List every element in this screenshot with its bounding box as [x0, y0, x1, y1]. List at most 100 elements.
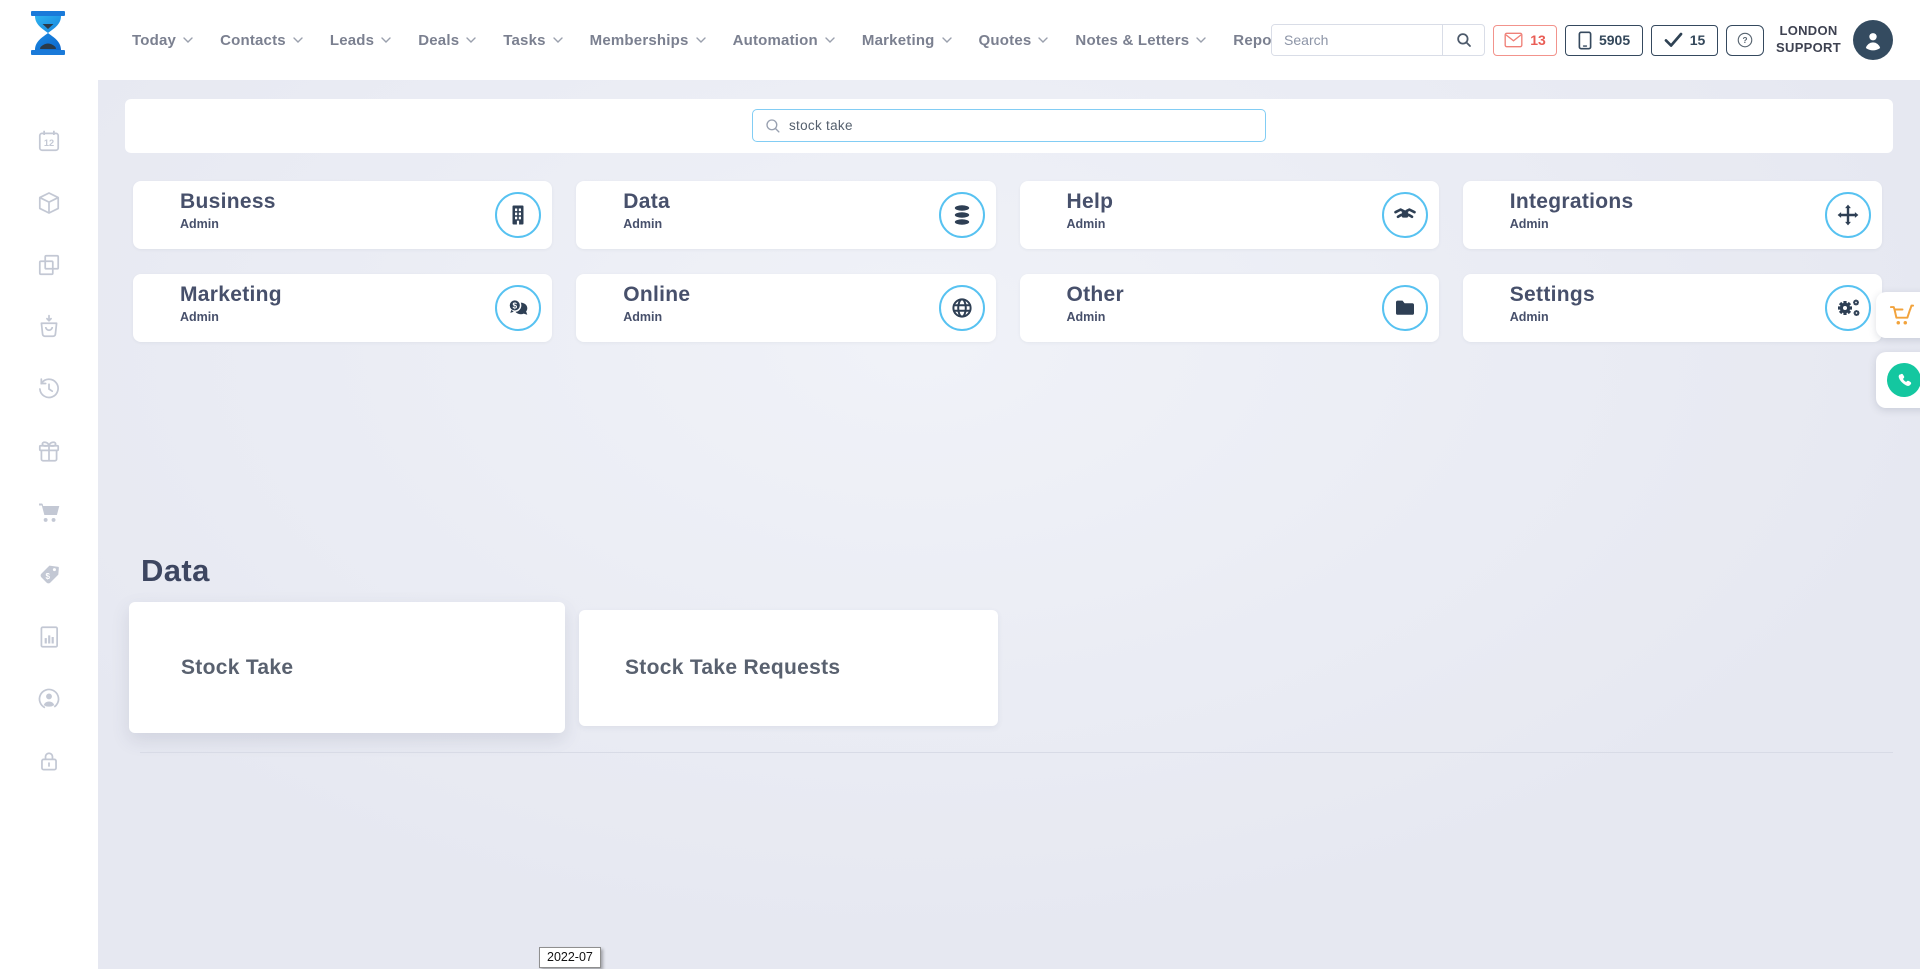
nav-item-today[interactable]: Today — [132, 32, 193, 49]
mobile-phone-icon — [1578, 31, 1592, 50]
sidebar-item-rewards[interactable] — [36, 438, 62, 464]
folder-icon — [1382, 285, 1428, 331]
nav-label: Quotes — [979, 32, 1032, 49]
nav-item-notes-letters[interactable]: Notes & Letters — [1075, 32, 1206, 49]
result-card-stock-take[interactable]: Stock Take — [129, 602, 565, 733]
user-name-line2: SUPPORT — [1776, 40, 1841, 57]
chevron-down-icon — [696, 37, 706, 43]
sidebar-item-duplicates[interactable] — [36, 252, 62, 278]
admin-card-title: Online — [576, 274, 995, 306]
sidebar-item-shop[interactable] — [36, 500, 62, 526]
nav-item-automation[interactable]: Automation — [733, 32, 835, 49]
admin-cards-grid: Business Admin Data Admin Help Admin — [133, 181, 1882, 342]
mail-button[interactable]: 13 — [1493, 25, 1557, 56]
nav-label: Marketing — [862, 32, 935, 49]
header-search-input[interactable] — [1272, 25, 1442, 55]
sidebar-item-pricing[interactable]: $ — [36, 562, 62, 588]
admin-card-subtitle: Admin — [133, 306, 552, 324]
package-icon — [36, 190, 62, 216]
avatar[interactable] — [1853, 20, 1893, 60]
admin-card-business[interactable]: Business Admin — [133, 181, 552, 249]
lock-icon — [36, 748, 62, 774]
admin-card-other[interactable]: Other Admin — [1020, 274, 1439, 342]
admin-card-subtitle: Admin — [576, 306, 995, 324]
admin-card-subtitle: Admin — [576, 213, 995, 231]
section-title: Data — [141, 553, 210, 589]
admin-card-title: Data — [576, 181, 995, 213]
result-card-stock-take-requests[interactable]: Stock Take Requests — [579, 610, 998, 726]
nav-item-contacts[interactable]: Contacts — [220, 32, 303, 49]
admin-card-marketing[interactable]: Marketing Admin $ — [133, 274, 552, 342]
left-sidebar: 12 $ — [0, 80, 98, 969]
help-button[interactable]: ? — [1726, 25, 1764, 56]
result-card-label: Stock Take — [181, 656, 293, 680]
chevron-down-icon — [1038, 37, 1048, 43]
history-icon — [36, 376, 62, 402]
nav-item-memberships[interactable]: Memberships — [590, 32, 706, 49]
admin-search-box — [752, 109, 1266, 142]
admin-card-title: Other — [1020, 274, 1439, 306]
report-icon — [36, 624, 62, 650]
sidebar-item-security[interactable] — [36, 748, 62, 774]
section-divider — [140, 752, 1893, 753]
calendar-12-icon: 12 — [36, 128, 62, 154]
header-search-button[interactable] — [1442, 25, 1484, 55]
admin-card-settings[interactable]: Settings Admin — [1463, 274, 1882, 342]
sidebar-item-calendar[interactable]: 12 — [36, 128, 62, 154]
nav-label: Deals — [418, 32, 459, 49]
app-logo[interactable] — [24, 9, 72, 57]
nav-label: Automation — [733, 32, 818, 49]
shopping-bag-icon — [36, 314, 62, 340]
search-icon — [1455, 31, 1473, 49]
top-bar-right: 13 5905 15 ? LONDON SUPPORT — [1271, 0, 1893, 80]
nav-label: Contacts — [220, 32, 286, 49]
chat-dollar-icon: $ — [495, 285, 541, 331]
mail-count: 13 — [1530, 32, 1546, 48]
floating-cart-button[interactable] — [1876, 292, 1920, 338]
nav-item-deals[interactable]: Deals — [418, 32, 476, 49]
admin-card-subtitle: Admin — [133, 213, 552, 231]
admin-card-help[interactable]: Help Admin — [1020, 181, 1439, 249]
nav-item-quotes[interactable]: Quotes — [979, 32, 1049, 49]
admin-search-input[interactable] — [753, 110, 1265, 141]
chevron-down-icon — [183, 37, 193, 43]
admin-card-subtitle: Admin — [1020, 306, 1439, 324]
price-tag-icon: $ — [36, 562, 62, 588]
nav-label: Today — [132, 32, 176, 49]
globe-icon — [939, 285, 985, 331]
database-icon — [939, 192, 985, 238]
tasks-button[interactable]: 15 — [1651, 25, 1718, 56]
tasks-count: 15 — [1690, 32, 1706, 48]
admin-card-online[interactable]: Online Admin — [576, 274, 995, 342]
floating-phone-button[interactable] — [1876, 352, 1920, 408]
nav-item-tasks[interactable]: Tasks — [503, 32, 562, 49]
tooltip: 2022-07 — [539, 947, 601, 968]
admin-card-title: Business — [133, 181, 552, 213]
sidebar-item-orders[interactable] — [36, 314, 62, 340]
user-name-line1: LONDON — [1776, 23, 1841, 40]
admin-card-integrations[interactable]: Integrations Admin — [1463, 181, 1882, 249]
phone-calls-button[interactable]: 5905 — [1565, 25, 1643, 56]
copy-icon — [36, 252, 62, 278]
nav-item-marketing[interactable]: Marketing — [862, 32, 952, 49]
nav-item-leads[interactable]: Leads — [330, 32, 391, 49]
admin-card-data[interactable]: Data Admin — [576, 181, 995, 249]
chevron-down-icon — [942, 37, 952, 43]
cart-orange-icon — [1888, 302, 1916, 328]
app-window: Today Contacts Leads Deals Tasks Members… — [0, 0, 1920, 969]
sidebar-item-history[interactable] — [36, 376, 62, 402]
envelope-icon — [1504, 32, 1523, 48]
question-circle-icon: ? — [1736, 29, 1754, 51]
handshake-icon — [1382, 192, 1428, 238]
sidebar-item-packages[interactable] — [36, 190, 62, 216]
svg-text:$: $ — [45, 572, 50, 581]
sidebar-item-reports[interactable] — [36, 624, 62, 650]
nav-label: Tasks — [503, 32, 545, 49]
phone-green-icon — [1887, 363, 1920, 397]
nav-label: Memberships — [590, 32, 689, 49]
svg-text:12: 12 — [44, 138, 54, 148]
chevron-down-icon — [553, 37, 563, 43]
phone-number: 5905 — [1599, 32, 1630, 48]
sidebar-item-account[interactable] — [36, 686, 62, 712]
result-card-label: Stock Take Requests — [625, 656, 840, 680]
